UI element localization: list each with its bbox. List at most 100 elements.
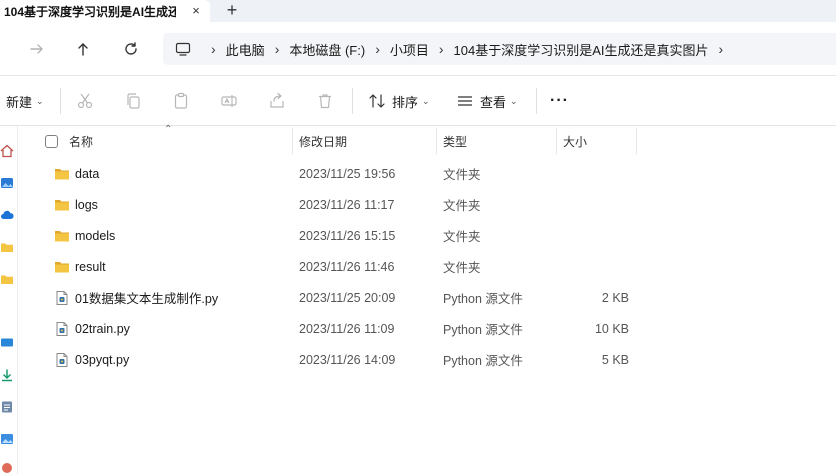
breadcrumb-local-disk[interactable]: 本地磁盘 (F:)	[289, 40, 365, 59]
up-button[interactable]	[70, 36, 96, 62]
file-modified: 2023/11/26 11:46	[299, 259, 395, 274]
column-divider[interactable]	[556, 128, 557, 154]
paste-button[interactable]	[172, 86, 190, 116]
view-button[interactable]: 查看 ⌄	[456, 86, 518, 116]
file-size	[563, 189, 629, 220]
rename-button[interactable]	[220, 86, 238, 116]
share-icon	[270, 92, 284, 108]
column-header-modified[interactable]: 修改日期	[299, 126, 436, 156]
folder-icon[interactable]	[0, 272, 14, 286]
file-name-cell[interactable]: models	[54, 220, 294, 251]
column-type-label: 类型	[443, 134, 468, 149]
more-options-button[interactable]: ···	[550, 86, 569, 116]
file-name-cell[interactable]: 02train.py	[54, 313, 294, 344]
pictures-icon[interactable]	[0, 432, 14, 446]
file-modified: 2023/11/26 14:09	[299, 352, 396, 367]
file-size	[563, 158, 629, 189]
file-modified: 2023/11/26 11:17	[299, 197, 395, 212]
file-name: 03pyqt.py	[75, 352, 130, 367]
chevron-right-icon: ›	[211, 41, 216, 57]
chevron-down-icon: ⌄	[510, 95, 518, 106]
home-icon[interactable]	[0, 144, 14, 158]
download-icon[interactable]	[0, 368, 14, 382]
file-size	[563, 251, 629, 282]
file-name: logs	[75, 197, 98, 212]
table-row[interactable]: 02train.py 2023/11/26 11:09 Python 源文件 10 K…	[19, 313, 836, 344]
navigation-bar: › 此电脑 › 本地磁盘 (F:) › 小项目 › 104基于深度学习识别是AI…	[0, 22, 836, 76]
forward-button[interactable]	[24, 36, 50, 62]
chevron-right-icon: ›	[274, 41, 280, 57]
monitor-icon	[175, 42, 191, 56]
copy-icon	[127, 93, 140, 109]
file-size: 10 KB	[594, 321, 629, 336]
chevron-right-icon: ›	[375, 41, 380, 57]
gallery-icon[interactable]	[0, 176, 14, 190]
share-button[interactable]	[268, 86, 286, 116]
folder-icon	[55, 261, 69, 272]
copy-button[interactable]	[124, 86, 142, 116]
file-name-cell[interactable]: 03pyqt.py	[54, 344, 294, 375]
file-size: 5 KB	[601, 352, 629, 367]
column-divider[interactable]	[292, 128, 293, 154]
arrow-right-icon	[30, 44, 43, 54]
column-divider[interactable]	[436, 128, 437, 154]
new-tab-button[interactable]: +	[220, 0, 244, 22]
view-label: 查看	[480, 94, 507, 110]
cloud-icon[interactable]	[0, 208, 14, 222]
breadcrumb-current-folder[interactable]: 104基于深度学习识别是AI生成还是真实图片	[454, 40, 709, 59]
breadcrumb-this-pc[interactable]: 此电脑	[226, 40, 265, 59]
file-type: 文件夹	[443, 261, 481, 275]
cut-button[interactable]	[76, 86, 94, 116]
column-header-row: ⌃ 名称 修改日期 类型 大小	[19, 124, 836, 156]
music-icon[interactable]	[0, 460, 14, 474]
chevron-down-icon: ⌄	[36, 95, 44, 106]
file-name-cell[interactable]: 01数据集文本生成制作.py	[54, 282, 294, 313]
navigation-pane	[0, 126, 18, 474]
column-header-name[interactable]: 名称	[69, 126, 293, 156]
folder-icon	[55, 230, 69, 241]
file-name: data	[75, 166, 100, 181]
sort-icon	[369, 94, 385, 108]
tab-title: 104基于深度学习识别是AI生成还是真实图片	[4, 4, 176, 19]
command-bar: 新建 ⌄ 排序 ⌄ 查看 ⌄ ···	[0, 76, 836, 126]
document-icon[interactable]	[0, 400, 14, 414]
file-name-cell[interactable]: logs	[54, 189, 294, 220]
file-name-cell[interactable]: result	[54, 251, 294, 282]
column-divider[interactable]	[636, 128, 637, 154]
table-row[interactable]: 01数据集文本生成制作.py 2023/11/25 20:09 Python 源文件…	[19, 282, 836, 313]
file-modified: 2023/11/26 15:15	[299, 228, 396, 243]
file-name: result	[75, 259, 106, 274]
file-list: ⌃ 名称 修改日期 类型 大小 data 2023/11/25 19:56 文件夹 l…	[19, 124, 836, 474]
select-all-checkbox[interactable]	[45, 135, 58, 148]
column-size-label: 大小	[563, 134, 588, 149]
refresh-button[interactable]	[118, 36, 144, 62]
desktop-icon[interactable]	[0, 336, 14, 350]
column-header-type[interactable]: 类型	[443, 126, 556, 156]
table-row[interactable]: logs 2023/11/26 11:17 文件夹	[19, 189, 836, 220]
chevron-down-icon: ⌄	[422, 95, 430, 106]
address-bar[interactable]: › 此电脑 › 本地磁盘 (F:) › 小项目 › 104基于深度学习识别是AI…	[163, 33, 836, 65]
table-row[interactable]: data 2023/11/25 19:56 文件夹	[19, 158, 836, 189]
table-row[interactable]: result 2023/11/26 11:46 文件夹	[19, 251, 836, 282]
breadcrumb-small-projects[interactable]: 小项目	[390, 40, 429, 59]
file-type: Python 源文件	[443, 323, 523, 337]
toolbar-divider	[536, 88, 537, 114]
sort-button[interactable]: 排序 ⌄	[368, 86, 430, 116]
file-modified: 2023/11/25 19:56	[299, 166, 396, 181]
file-modified: 2023/11/25 20:09	[299, 290, 396, 305]
file-name-cell[interactable]: data	[54, 158, 294, 189]
tab-active[interactable]: 104基于深度学习识别是AI生成还是真实图片 ×	[0, 0, 210, 22]
new-button[interactable]: 新建 ⌄	[6, 86, 44, 116]
close-icon[interactable]: ×	[188, 3, 204, 19]
folder-icon[interactable]	[0, 240, 14, 254]
table-row[interactable]: models 2023/11/26 15:15 文件夹	[19, 220, 836, 251]
scissors-icon	[77, 93, 93, 109]
folder-icon	[55, 168, 69, 179]
file-name: 02train.py	[75, 321, 130, 336]
table-row[interactable]: 03pyqt.py 2023/11/26 14:09 Python 源文件 5 KB	[19, 344, 836, 375]
delete-button[interactable]	[316, 86, 334, 116]
file-type: 文件夹	[443, 230, 481, 244]
column-header-size[interactable]: 大小	[563, 126, 635, 156]
python-file-icon	[56, 352, 68, 367]
view-icon	[458, 96, 472, 106]
